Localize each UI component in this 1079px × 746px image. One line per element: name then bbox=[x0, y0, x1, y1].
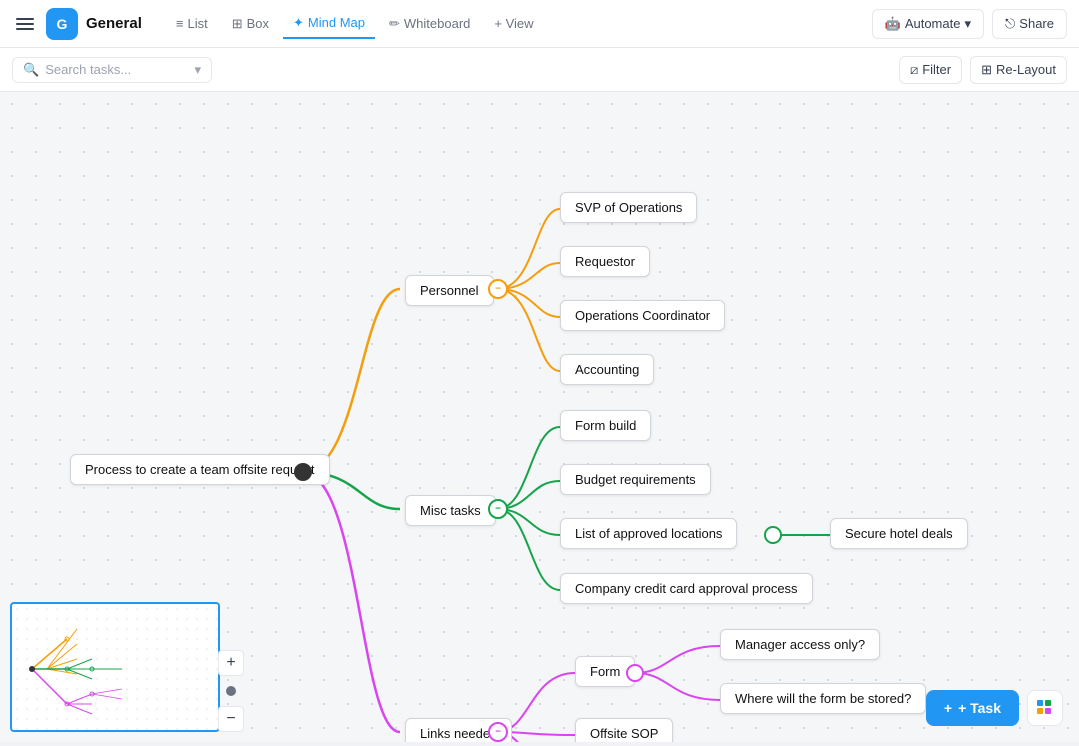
svp-node[interactable]: SVP of Operations bbox=[560, 192, 697, 223]
tab-box[interactable]: ⊞ Box bbox=[222, 10, 279, 38]
manager-access-node[interactable]: Manager access only? bbox=[720, 629, 880, 660]
locations-node[interactable]: List of approved locations bbox=[560, 518, 737, 549]
zoom-in-button[interactable]: + bbox=[218, 650, 244, 676]
grid-icon bbox=[1036, 699, 1054, 717]
form-circle[interactable] bbox=[626, 664, 644, 682]
zoom-controls: + − bbox=[218, 650, 244, 732]
app-title: General bbox=[86, 15, 142, 32]
list-icon: ≡ bbox=[176, 16, 184, 31]
chevron-down-icon: ▾ bbox=[194, 62, 201, 78]
search-box[interactable]: 🔍 Search tasks... ▾ bbox=[12, 57, 212, 83]
search-icon: 🔍 bbox=[23, 62, 39, 78]
automate-icon: 🤖 bbox=[885, 16, 901, 32]
header-right: 🤖 Automate ▾ ⎋ Share bbox=[872, 9, 1067, 39]
share-icon: ⎋ bbox=[1005, 16, 1015, 32]
plus-icon: + bbox=[944, 700, 952, 716]
root-circle bbox=[294, 463, 312, 481]
toolbar: 🔍 Search tasks... ▾ ⧄ Filter ⊞ Re-Layout bbox=[0, 48, 1079, 92]
tab-view[interactable]: + View bbox=[484, 10, 543, 37]
budget-node[interactable]: Budget requirements bbox=[560, 464, 711, 495]
relayout-button[interactable]: ⊞ Re-Layout bbox=[970, 56, 1067, 84]
zoom-out-button[interactable]: − bbox=[218, 706, 244, 732]
box-icon: ⊞ bbox=[232, 16, 243, 32]
hamburger-menu[interactable] bbox=[12, 14, 38, 34]
accounting-node[interactable]: Accounting bbox=[560, 354, 654, 385]
links-circle[interactable]: − bbox=[488, 722, 508, 742]
toolbar-right: ⧄ Filter ⊞ Re-Layout bbox=[899, 56, 1067, 84]
nav-tabs: ≡ List ⊞ Box ✦ Mind Map ✏ Whiteboard + V… bbox=[166, 9, 544, 39]
filter-icon: ⧄ bbox=[910, 62, 918, 78]
grid-view-button[interactable] bbox=[1027, 690, 1063, 726]
personnel-node[interactable]: Personnel bbox=[405, 275, 494, 306]
zoom-dot bbox=[218, 678, 244, 704]
tab-mindmap[interactable]: ✦ Mind Map bbox=[283, 9, 375, 39]
offsite-sop-node[interactable]: Offsite SOP bbox=[575, 718, 673, 742]
mindmap-canvas: Process to create a team offsite request… bbox=[0, 92, 1079, 742]
creditcard-node[interactable]: Company credit card approval process bbox=[560, 573, 813, 604]
filter-button[interactable]: ⧄ Filter bbox=[899, 56, 962, 84]
form-build-node[interactable]: Form build bbox=[560, 410, 651, 441]
ops-coordinator-node[interactable]: Operations Coordinator bbox=[560, 300, 725, 331]
locations-circle[interactable] bbox=[764, 526, 782, 544]
relayout-icon: ⊞ bbox=[981, 62, 992, 78]
header: G General ≡ List ⊞ Box ✦ Mind Map ✏ Whit… bbox=[0, 0, 1079, 48]
tab-whiteboard[interactable]: ✏ Whiteboard bbox=[379, 10, 480, 38]
automate-button[interactable]: 🤖 Automate ▾ bbox=[872, 9, 984, 39]
hotel-deals-node[interactable]: Secure hotel deals bbox=[830, 518, 968, 549]
misc-tasks-node[interactable]: Misc tasks bbox=[405, 495, 496, 526]
mindmap-icon: ✦ bbox=[293, 15, 304, 31]
misc-circle[interactable]: − bbox=[488, 499, 508, 519]
app-logo: G bbox=[46, 8, 78, 40]
minimap-svg bbox=[12, 604, 218, 730]
whiteboard-icon: ✏ bbox=[389, 16, 400, 32]
minimap bbox=[10, 602, 220, 732]
form-stored-node[interactable]: Where will the form be stored? bbox=[720, 683, 926, 714]
chevron-down-icon: ▾ bbox=[964, 16, 971, 32]
personnel-circle[interactable]: − bbox=[488, 279, 508, 299]
add-task-button[interactable]: + + Task bbox=[926, 690, 1019, 726]
tab-list[interactable]: ≡ List bbox=[166, 10, 218, 37]
root-node[interactable]: Process to create a team offsite request bbox=[70, 454, 330, 485]
requestor-node[interactable]: Requestor bbox=[560, 246, 650, 277]
minimap-inner bbox=[12, 604, 218, 730]
share-button[interactable]: ⎋ Share bbox=[992, 9, 1067, 39]
